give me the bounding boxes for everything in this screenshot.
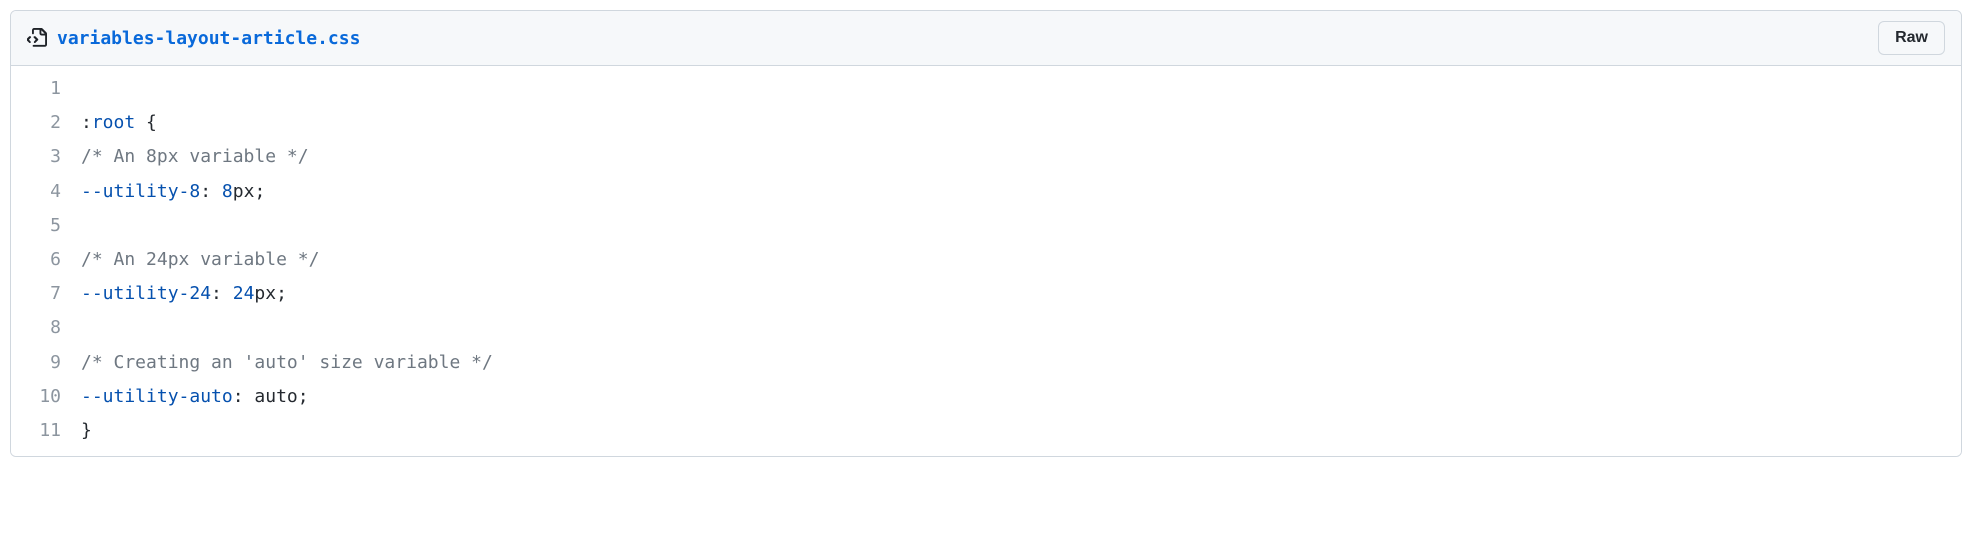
line-number[interactable]: 10 (11, 380, 81, 414)
line-number[interactable]: 4 (11, 175, 81, 209)
line-number[interactable]: 5 (11, 209, 81, 243)
code-line: 1 (11, 72, 1961, 106)
code-token: /* Creating an 'auto' size variable */ (81, 352, 493, 373)
code-token: : (200, 181, 222, 202)
code-line: 11} (11, 414, 1961, 448)
line-number[interactable]: 1 (11, 72, 81, 106)
code-line: 2:root { (11, 106, 1961, 140)
code-content[interactable]: --utility-24: 24px; (81, 277, 1961, 311)
file-box: variables-layout-article.css Raw 1 2:roo… (10, 10, 1962, 457)
code-token: /* An 24px variable */ (81, 249, 319, 270)
raw-button[interactable]: Raw (1878, 21, 1945, 55)
code-token: auto (254, 386, 297, 407)
code-token: : (81, 112, 92, 133)
file-header: variables-layout-article.css Raw (11, 11, 1961, 66)
code-token: --utility-auto (81, 386, 233, 407)
code-token: 24 (233, 283, 255, 304)
line-number[interactable]: 9 (11, 346, 81, 380)
line-number[interactable]: 7 (11, 277, 81, 311)
code-line: 4--utility-8: 8px; (11, 175, 1961, 209)
code-content[interactable] (81, 72, 1961, 106)
code-token: : (211, 283, 233, 304)
line-number[interactable]: 3 (11, 140, 81, 174)
code-content[interactable]: } (81, 414, 1961, 448)
code-file-icon (27, 28, 47, 48)
code-token: 8 (222, 181, 233, 202)
code-content[interactable]: /* An 24px variable */ (81, 243, 1961, 277)
code-line: 6/* An 24px variable */ (11, 243, 1961, 277)
code-line: 10--utility-auto: auto; (11, 380, 1961, 414)
code-body: 1 2:root {3/* An 8px variable */4--utili… (11, 66, 1961, 456)
code-line: 9/* Creating an 'auto' size variable */ (11, 346, 1961, 380)
code-line: 7--utility-24: 24px; (11, 277, 1961, 311)
file-title-group: variables-layout-article.css (27, 28, 360, 49)
code-token: px (254, 283, 276, 304)
code-content[interactable]: --utility-8: 8px; (81, 175, 1961, 209)
code-token: /* An 8px variable */ (81, 146, 309, 167)
code-line: 8 (11, 311, 1961, 345)
line-number[interactable]: 6 (11, 243, 81, 277)
file-name-link[interactable]: variables-layout-article.css (57, 28, 360, 49)
code-token: } (81, 420, 92, 441)
line-number[interactable]: 11 (11, 414, 81, 448)
code-content[interactable] (81, 311, 1961, 345)
code-token: : (233, 386, 255, 407)
code-token: --utility-8 (81, 181, 200, 202)
code-token: --utility-24 (81, 283, 211, 304)
code-line: 5 (11, 209, 1961, 243)
code-token: root (92, 112, 135, 133)
code-line: 3/* An 8px variable */ (11, 140, 1961, 174)
line-number[interactable]: 2 (11, 106, 81, 140)
line-number[interactable]: 8 (11, 311, 81, 345)
code-content[interactable]: /* Creating an 'auto' size variable */ (81, 346, 1961, 380)
code-content[interactable]: :root { (81, 106, 1961, 140)
code-token: ; (276, 283, 287, 304)
code-content[interactable]: --utility-auto: auto; (81, 380, 1961, 414)
code-token: ; (254, 181, 265, 202)
code-token: px (233, 181, 255, 202)
code-token: { (135, 112, 157, 133)
code-content[interactable] (81, 209, 1961, 243)
code-content[interactable]: /* An 8px variable */ (81, 140, 1961, 174)
code-token: ; (298, 386, 309, 407)
